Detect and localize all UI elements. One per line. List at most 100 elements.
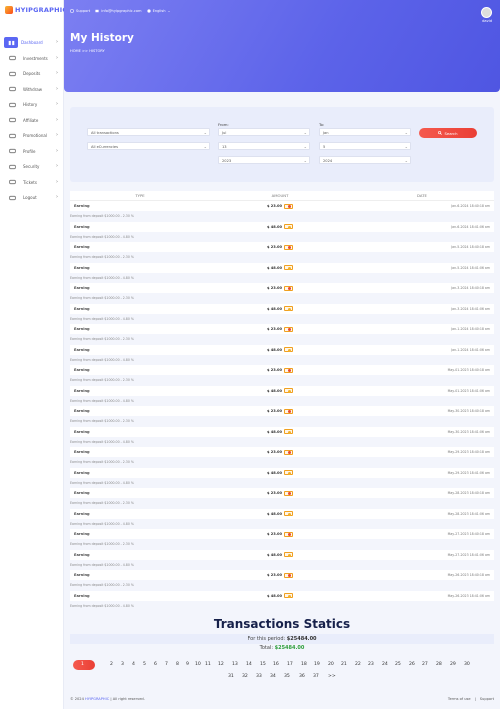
page-link[interactable]: 12 bbox=[218, 662, 224, 667]
sidebar-item-logout[interactable]: Logout › bbox=[0, 190, 64, 206]
row-amount-cell: $ 23.00 bbox=[210, 449, 350, 455]
row-note: Earning from deposit $1000.00 - 2.30 % bbox=[70, 211, 494, 222]
row-note: Earning from deposit $1000.00 - 4.80 % bbox=[70, 600, 494, 611]
row-amount: $ 23.00 bbox=[266, 491, 283, 495]
profile-icon bbox=[8, 148, 17, 155]
currency-icon bbox=[284, 490, 294, 496]
from-label: From: bbox=[218, 122, 229, 127]
page-link[interactable]: 29 bbox=[450, 662, 456, 667]
footer-brand[interactable]: HYIPGRAPHIC bbox=[85, 697, 109, 701]
sidebar-item-security[interactable]: Security › bbox=[0, 159, 64, 175]
email-link[interactable]: info@hyipgraphic.com bbox=[95, 9, 142, 13]
page-link[interactable]: 7 bbox=[165, 662, 168, 667]
page-link[interactable]: 21 bbox=[341, 662, 347, 667]
currency-icon bbox=[284, 203, 294, 209]
chevron-right-icon: › bbox=[56, 54, 58, 61]
page-link[interactable]: 8 bbox=[176, 662, 179, 667]
row-note: Earning from deposit $1000.00 - 2.30 % bbox=[70, 375, 494, 386]
to-month-select[interactable]: Jan ⌄ bbox=[319, 128, 411, 136]
transaction-type-select[interactable]: All transactions ⌄ bbox=[87, 128, 210, 136]
page-link[interactable]: 10 bbox=[195, 662, 201, 667]
page-link[interactable]: 6 bbox=[154, 662, 157, 667]
page-link[interactable]: 31 bbox=[228, 674, 234, 679]
from-year-select[interactable]: 2023 ⌄ bbox=[218, 156, 310, 164]
page-link[interactable]: 18 bbox=[301, 662, 307, 667]
page-button-active[interactable]: 1 bbox=[73, 660, 95, 670]
row-main: Earning $ 23.00 May-01-2023 18:40:18 am bbox=[70, 365, 494, 375]
row-amount: $ 48.00 bbox=[266, 224, 283, 229]
deposits-icon bbox=[8, 70, 17, 77]
footer-support-link[interactable]: Support bbox=[480, 697, 494, 701]
page-link[interactable]: 15 bbox=[260, 662, 266, 667]
page-link[interactable]: 13 bbox=[232, 662, 238, 667]
page-link[interactable]: 27 bbox=[422, 662, 428, 667]
row-date: May-29-2023 18:41:06 am bbox=[447, 470, 490, 475]
sidebar-item-deposits[interactable]: Deposits › bbox=[0, 66, 64, 82]
to-year-select[interactable]: 2024 ⌄ bbox=[319, 156, 411, 164]
mail-icon bbox=[95, 9, 99, 13]
row-note: Earning from deposit $1000.00 - 4.80 % bbox=[70, 354, 494, 365]
header-type: TYPE bbox=[135, 193, 145, 198]
user-menu[interactable]: david bbox=[481, 7, 492, 23]
from-day-select[interactable]: 13 ⌄ bbox=[218, 142, 310, 150]
sidebar-item-profile[interactable]: Profile › bbox=[0, 144, 64, 160]
sidebar-item-withdraw[interactable]: Withdraw › bbox=[0, 82, 64, 98]
sidebar-item-investments[interactable]: Investments › bbox=[0, 51, 64, 67]
currency-icon bbox=[284, 306, 294, 311]
page-link[interactable]: 23 bbox=[368, 662, 374, 667]
page-link[interactable]: 14 bbox=[246, 662, 252, 667]
sidebar-item-promotional[interactable]: Promotional › bbox=[0, 128, 64, 144]
row-type: Earning bbox=[74, 245, 90, 249]
sidebar-item-history[interactable]: History › bbox=[0, 97, 64, 113]
table-row: Earning $ 23.00 Jan-1-2024 18:40:18 am Earn… bbox=[70, 324, 494, 345]
page-link[interactable]: 26 bbox=[409, 662, 415, 667]
row-date: May-27-2023 18:40:18 am bbox=[447, 532, 490, 536]
page-link[interactable]: 25 bbox=[395, 662, 401, 667]
page-link[interactable]: 16 bbox=[273, 662, 279, 667]
terms-link[interactable]: Terms of use bbox=[448, 697, 471, 701]
sidebar-item-tickets[interactable]: Tickets › bbox=[0, 175, 64, 191]
logo[interactable]: HYIPGRAPHIC bbox=[5, 6, 67, 14]
page-link[interactable]: 34 bbox=[270, 674, 276, 679]
user-name: david bbox=[482, 19, 492, 23]
sidebar-item-dashboard[interactable]: Dashboard › bbox=[0, 35, 64, 51]
page-link[interactable]: 11 bbox=[205, 662, 211, 667]
page-link[interactable]: 3 bbox=[121, 662, 124, 667]
page-link[interactable]: 5 bbox=[143, 662, 146, 667]
next-page-link[interactable]: >> bbox=[328, 674, 336, 679]
page-link[interactable]: 2 bbox=[110, 662, 113, 667]
row-main: Earning $ 48.00 May-26-2023 18:41:06 am bbox=[70, 590, 494, 601]
page-link[interactable]: 28 bbox=[436, 662, 442, 667]
table-row: Earning $ 23.00 May-27-2023 18:40:18 am Ear… bbox=[70, 529, 494, 550]
page-link[interactable]: 36 bbox=[299, 674, 305, 679]
page-link[interactable]: 32 bbox=[242, 674, 248, 679]
sidebar-item-affiliate[interactable]: Affiliate › bbox=[0, 113, 64, 129]
row-main: Earning $ 23.00 Jan-3-2024 18:40:18 am bbox=[70, 283, 494, 293]
page-link[interactable]: 22 bbox=[355, 662, 361, 667]
chevron-right-icon: › bbox=[56, 178, 58, 185]
page-link[interactable]: 35 bbox=[284, 674, 290, 679]
row-note: Earning from deposit $1000.00 - 2.30 % bbox=[70, 416, 494, 427]
page-link[interactable]: 20 bbox=[328, 662, 334, 667]
currency-select[interactable]: All eCurrencies ⌄ bbox=[87, 142, 210, 150]
page-link[interactable]: 19 bbox=[314, 662, 320, 667]
page-link[interactable]: 24 bbox=[382, 662, 388, 667]
language-select[interactable]: English ⌄ bbox=[146, 9, 171, 13]
from-month-select[interactable]: Jul ⌄ bbox=[218, 128, 310, 136]
page-link[interactable]: 4 bbox=[132, 662, 135, 667]
sidebar-nav: Dashboard › Investments › Deposits › Withdraw ›… bbox=[0, 35, 64, 206]
row-main: Earning $ 48.00 Jan-3-2024 18:41:06 am bbox=[70, 303, 494, 314]
to-day-select[interactable]: 5 ⌄ bbox=[319, 142, 411, 150]
support-link[interactable]: Support bbox=[70, 9, 90, 13]
row-note: Earning from deposit $1000.00 - 4.80 % bbox=[70, 395, 494, 406]
page-link[interactable]: 17 bbox=[287, 662, 293, 667]
page-link[interactable]: 30 bbox=[464, 662, 470, 667]
row-note: Earning from deposit $1000.00 - 2.30 % bbox=[70, 252, 494, 263]
row-date: Jan-5-2024 18:41:06 am bbox=[451, 265, 490, 270]
currency-icon bbox=[284, 265, 294, 270]
search-button[interactable]: Search bbox=[419, 128, 477, 138]
row-date: May-01-2023 18:40:18 am bbox=[447, 368, 490, 372]
page-link[interactable]: 37 bbox=[313, 674, 319, 679]
page-link[interactable]: 9 bbox=[186, 662, 189, 667]
page-link[interactable]: 33 bbox=[256, 674, 262, 679]
